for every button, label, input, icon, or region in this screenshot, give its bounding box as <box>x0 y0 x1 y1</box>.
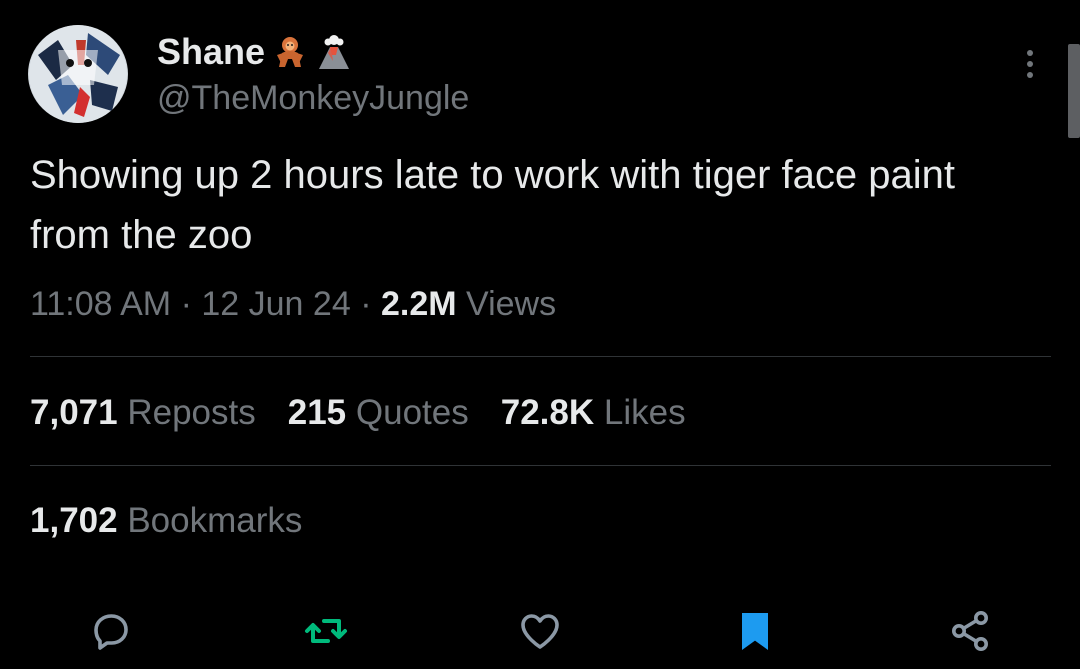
divider <box>30 465 1051 466</box>
avatar-image <box>28 25 128 123</box>
repost-button[interactable] <box>301 606 351 656</box>
display-name[interactable]: Shane <box>157 30 265 74</box>
scrollbar-thumb[interactable] <box>1068 44 1080 138</box>
share-button[interactable] <box>945 606 995 656</box>
bookmarks-label: Bookmarks <box>127 501 303 540</box>
author-handle[interactable]: @TheMonkeyJungle <box>157 76 469 120</box>
quotes-count: 215 <box>287 393 347 432</box>
author-name-row[interactable]: Shane <box>157 30 353 74</box>
avatar[interactable] <box>28 25 128 123</box>
engagement-stats: 7,071 Reposts 215 Quotes 72.8K Likes <box>30 391 686 435</box>
reposts-label: Reposts <box>127 393 256 432</box>
divider <box>30 356 1051 357</box>
tweet-time[interactable]: 11:08 AM <box>30 285 171 323</box>
heart-icon <box>521 614 559 649</box>
more-options-icon[interactable] <box>1012 46 1048 82</box>
bookmarks-count: 1,702 <box>30 501 118 540</box>
reply-button[interactable] <box>86 606 136 656</box>
views-count: 2.2M <box>380 285 457 323</box>
share-icon <box>952 611 988 651</box>
bookmarks-stat[interactable]: 1,702 Bookmarks <box>30 499 302 543</box>
tweet-meta: 11:08 AM · 12 Jun 24 · 2.2M Views <box>30 282 556 326</box>
views-label: Views <box>466 285 557 323</box>
tweet-date[interactable]: 12 Jun 24 <box>201 285 350 323</box>
like-button[interactable] <box>515 606 565 656</box>
likes-label: Likes <box>603 393 686 432</box>
likes-stat[interactable]: 72.8K Likes <box>501 391 686 435</box>
likes-count: 72.8K <box>500 393 595 432</box>
quotes-label: Quotes <box>355 393 469 432</box>
quotes-stat[interactable]: 215 Quotes <box>288 391 469 435</box>
reposts-count: 7,071 <box>30 393 118 432</box>
meta-separator: · <box>180 285 192 323</box>
bookmark-icon <box>742 613 768 650</box>
bookmark-button[interactable] <box>730 606 780 656</box>
reply-icon <box>94 614 128 650</box>
tweet-text: Showing up 2 hours late to work with tig… <box>30 153 955 257</box>
orangutan-emoji-icon <box>277 37 304 67</box>
repost-icon <box>305 619 347 643</box>
reposts-stat[interactable]: 7,071 Reposts <box>30 391 256 435</box>
volcano-emoji-icon <box>319 35 350 69</box>
meta-separator: · <box>360 285 372 323</box>
